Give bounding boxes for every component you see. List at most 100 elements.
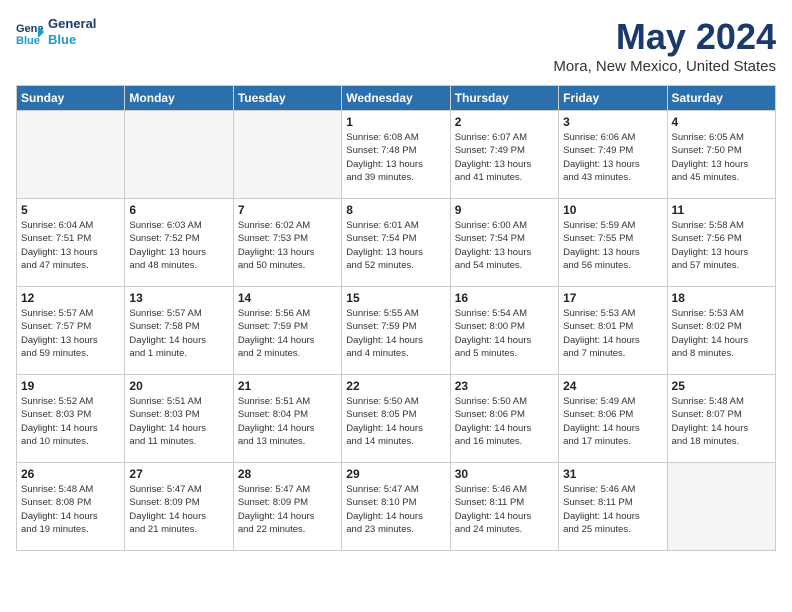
day-number: 1 xyxy=(346,115,445,129)
logo-icon: General Blue xyxy=(16,18,44,46)
day-info: Sunrise: 6:07 AMSunset: 7:49 PMDaylight:… xyxy=(455,131,554,184)
calendar-cell xyxy=(233,111,341,199)
day-number: 10 xyxy=(563,203,662,217)
calendar-cell: 15 Sunrise: 5:55 AMSunset: 7:59 PMDayligh… xyxy=(342,287,450,375)
calendar-cell xyxy=(125,111,233,199)
day-number: 16 xyxy=(455,291,554,305)
day-info: Sunrise: 5:50 AMSunset: 8:06 PMDaylight:… xyxy=(455,395,554,448)
calendar-cell: 27 Sunrise: 5:47 AMSunset: 8:09 PMDayligh… xyxy=(125,463,233,551)
calendar-cell: 29Sunrise: 5:47 AMSunset: 8:10 PMDayligh… xyxy=(342,463,450,551)
day-info: Sunrise: 5:57 AMSunset: 7:57 PMDaylight:… xyxy=(21,307,120,360)
calendar-cell: 28 Sunrise: 5:47 AMSunset: 8:09 PMDayligh… xyxy=(233,463,341,551)
day-number: 14 xyxy=(238,291,337,305)
day-number: 2 xyxy=(455,115,554,129)
day-info: Sunrise: 5:56 AMSunset: 7:59 PMDaylight:… xyxy=(238,307,337,360)
calendar-title: May 2024 xyxy=(553,16,776,58)
calendar-cell: 12 Sunrise: 5:57 AMSunset: 7:57 PMDayligh… xyxy=(17,287,125,375)
col-header-friday: Friday xyxy=(559,86,667,111)
day-number: 6 xyxy=(129,203,228,217)
day-number: 26 xyxy=(21,467,120,481)
calendar-body: 1 Sunrise: 6:08 AMSunset: 7:48 PMDaylight… xyxy=(17,111,776,551)
calendar-cell xyxy=(17,111,125,199)
calendar-cell: 6 Sunrise: 6:03 AMSunset: 7:52 PMDaylight… xyxy=(125,199,233,287)
logo: General Blue General Blue xyxy=(16,16,96,47)
day-number: 23 xyxy=(455,379,554,393)
col-header-sunday: Sunday xyxy=(17,86,125,111)
day-info: Sunrise: 5:53 AMSunset: 8:02 PMDaylight:… xyxy=(672,307,771,360)
svg-text:Blue: Blue xyxy=(16,35,40,46)
title-block: May 2024 Mora, New Mexico, United States xyxy=(553,16,776,75)
calendar-cell: 4Sunrise: 6:05 AMSunset: 7:50 PMDaylight… xyxy=(667,111,775,199)
calendar-cell: 24 Sunrise: 5:49 AMSunset: 8:06 PMDayligh… xyxy=(559,375,667,463)
calendar-cell: 17Sunrise: 5:53 AMSunset: 8:01 PMDayligh… xyxy=(559,287,667,375)
calendar-cell: 14 Sunrise: 5:56 AMSunset: 7:59 PMDayligh… xyxy=(233,287,341,375)
logo-text-line1: General xyxy=(48,16,96,32)
day-number: 5 xyxy=(21,203,120,217)
col-header-monday: Monday xyxy=(125,86,233,111)
day-number: 28 xyxy=(238,467,337,481)
calendar-cell: 19 Sunrise: 5:52 AMSunset: 8:03 PMDayligh… xyxy=(17,375,125,463)
day-number: 18 xyxy=(672,291,771,305)
day-info: Sunrise: 6:01 AMSunset: 7:54 PMDaylight:… xyxy=(346,219,445,272)
day-info: Sunrise: 5:57 AMSunset: 7:58 PMDaylight:… xyxy=(129,307,228,360)
calendar-cell: 23 Sunrise: 5:50 AMSunset: 8:06 PMDayligh… xyxy=(450,375,558,463)
calendar-cell: 5 Sunrise: 6:04 AMSunset: 7:51 PMDaylight… xyxy=(17,199,125,287)
day-number: 29 xyxy=(346,467,445,481)
calendar-cell: 18 Sunrise: 5:53 AMSunset: 8:02 PMDayligh… xyxy=(667,287,775,375)
calendar-cell: 21 Sunrise: 5:51 AMSunset: 8:04 PMDayligh… xyxy=(233,375,341,463)
calendar-cell xyxy=(667,463,775,551)
day-info: Sunrise: 5:49 AMSunset: 8:06 PMDaylight:… xyxy=(563,395,662,448)
day-info: Sunrise: 6:03 AMSunset: 7:52 PMDaylight:… xyxy=(129,219,228,272)
calendar-cell: 8Sunrise: 6:01 AMSunset: 7:54 PMDaylight… xyxy=(342,199,450,287)
day-info: Sunrise: 6:00 AMSunset: 7:54 PMDaylight:… xyxy=(455,219,554,272)
day-info: Sunrise: 6:04 AMSunset: 7:51 PMDaylight:… xyxy=(21,219,120,272)
day-number: 31 xyxy=(563,467,662,481)
calendar-cell: 30 Sunrise: 5:46 AMSunset: 8:11 PMDayligh… xyxy=(450,463,558,551)
col-header-tuesday: Tuesday xyxy=(233,86,341,111)
day-number: 11 xyxy=(672,203,771,217)
day-info: Sunrise: 5:47 AMSunset: 8:09 PMDaylight:… xyxy=(129,483,228,536)
day-info: Sunrise: 6:05 AMSunset: 7:50 PMDaylight:… xyxy=(672,131,771,184)
col-header-saturday: Saturday xyxy=(667,86,775,111)
day-info: Sunrise: 6:06 AMSunset: 7:49 PMDaylight:… xyxy=(563,131,662,184)
day-number: 25 xyxy=(672,379,771,393)
calendar-cell: 20Sunrise: 5:51 AMSunset: 8:03 PMDayligh… xyxy=(125,375,233,463)
day-info: Sunrise: 5:47 AMSunset: 8:09 PMDaylight:… xyxy=(238,483,337,536)
calendar-week-2: 5 Sunrise: 6:04 AMSunset: 7:51 PMDaylight… xyxy=(17,199,776,287)
day-info: Sunrise: 6:08 AMSunset: 7:48 PMDaylight:… xyxy=(346,131,445,184)
logo-text-line2: Blue xyxy=(48,32,96,48)
day-number: 19 xyxy=(21,379,120,393)
calendar-table: SundayMondayTuesdayWednesdayThursdayFrid… xyxy=(16,85,776,551)
calendar-subtitle: Mora, New Mexico, United States xyxy=(553,58,776,75)
day-info: Sunrise: 5:46 AMSunset: 8:11 PMDaylight:… xyxy=(455,483,554,536)
calendar-week-4: 19 Sunrise: 5:52 AMSunset: 8:03 PMDayligh… xyxy=(17,375,776,463)
day-number: 27 xyxy=(129,467,228,481)
calendar-week-1: 1 Sunrise: 6:08 AMSunset: 7:48 PMDaylight… xyxy=(17,111,776,199)
day-number: 15 xyxy=(346,291,445,305)
day-info: Sunrise: 5:51 AMSunset: 8:04 PMDaylight:… xyxy=(238,395,337,448)
day-number: 3 xyxy=(563,115,662,129)
day-number: 24 xyxy=(563,379,662,393)
day-number: 17 xyxy=(563,291,662,305)
day-number: 30 xyxy=(455,467,554,481)
day-number: 20 xyxy=(129,379,228,393)
calendar-cell: 16 Sunrise: 5:54 AMSunset: 8:00 PMDayligh… xyxy=(450,287,558,375)
day-info: Sunrise: 5:55 AMSunset: 7:59 PMDaylight:… xyxy=(346,307,445,360)
day-info: Sunrise: 5:54 AMSunset: 8:00 PMDaylight:… xyxy=(455,307,554,360)
day-info: Sunrise: 5:48 AMSunset: 8:07 PMDaylight:… xyxy=(672,395,771,448)
day-number: 12 xyxy=(21,291,120,305)
calendar-cell: 7Sunrise: 6:02 AMSunset: 7:53 PMDaylight… xyxy=(233,199,341,287)
day-info: Sunrise: 6:02 AMSunset: 7:53 PMDaylight:… xyxy=(238,219,337,272)
col-header-thursday: Thursday xyxy=(450,86,558,111)
day-info: Sunrise: 5:58 AMSunset: 7:56 PMDaylight:… xyxy=(672,219,771,272)
day-number: 21 xyxy=(238,379,337,393)
day-info: Sunrise: 5:52 AMSunset: 8:03 PMDaylight:… xyxy=(21,395,120,448)
day-number: 22 xyxy=(346,379,445,393)
day-info: Sunrise: 5:48 AMSunset: 8:08 PMDaylight:… xyxy=(21,483,120,536)
calendar-cell: 3 Sunrise: 6:06 AMSunset: 7:49 PMDaylight… xyxy=(559,111,667,199)
day-number: 9 xyxy=(455,203,554,217)
day-number: 13 xyxy=(129,291,228,305)
calendar-cell: 2 Sunrise: 6:07 AMSunset: 7:49 PMDaylight… xyxy=(450,111,558,199)
calendar-week-5: 26 Sunrise: 5:48 AMSunset: 8:08 PMDayligh… xyxy=(17,463,776,551)
calendar-week-3: 12 Sunrise: 5:57 AMSunset: 7:57 PMDayligh… xyxy=(17,287,776,375)
